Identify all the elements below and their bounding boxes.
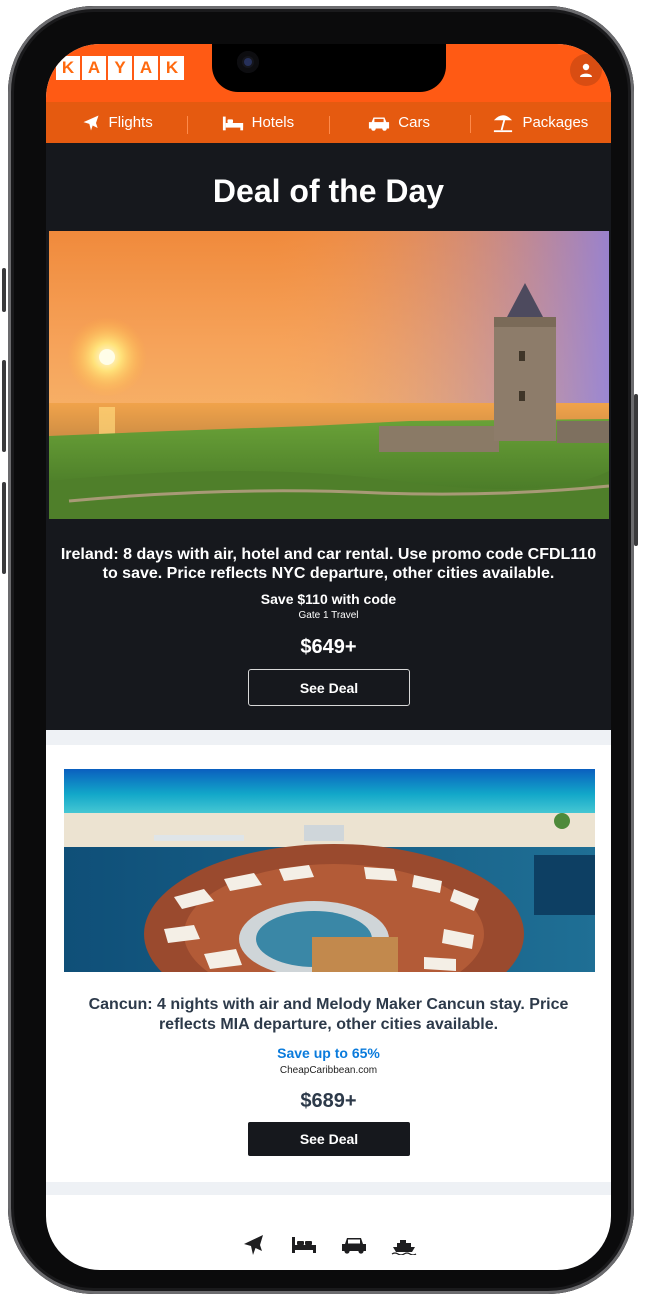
nav-cars[interactable]: Cars — [328, 114, 470, 134]
cancun-resort-image[interactable] — [64, 769, 595, 972]
see-deal-button[interactable]: See Deal — [248, 669, 410, 706]
deal-price: $689+ — [300, 1090, 357, 1112]
bed-icon — [291, 1237, 316, 1253]
power-button — [634, 394, 638, 546]
account-button[interactable] — [570, 54, 602, 86]
logo-letter: K — [160, 56, 184, 80]
mute-switch — [2, 268, 6, 312]
bed-icon — [222, 116, 243, 130]
plane-icon — [83, 115, 99, 130]
beach-umbrella-icon — [494, 114, 513, 132]
deal-description: Ireland: 8 days with air, hotel and car … — [60, 546, 597, 582]
deal-card-cancun: Cancun: 4 nights with air and Melody Mak… — [46, 745, 611, 1182]
logo-letter: A — [82, 56, 106, 80]
user-icon — [580, 63, 592, 77]
footer-hotels-link[interactable] — [291, 1232, 317, 1258]
deal-description: Cancun: 4 nights with air and Melody Mak… — [88, 996, 569, 1033]
nav-hotels[interactable]: Hotels — [187, 114, 328, 134]
footer-cars-link[interactable] — [341, 1232, 367, 1258]
deal-of-the-day: Deal of the Day Ireland: 8 days with air… — [46, 143, 611, 730]
volume-up-button — [2, 360, 6, 452]
logo-letter: Y — [108, 56, 132, 80]
logo-letter: A — [134, 56, 158, 80]
plane-icon — [243, 1235, 263, 1255]
cruise-ship-icon — [391, 1240, 416, 1255]
footer-flights-link[interactable] — [241, 1232, 267, 1258]
volume-down-button — [2, 482, 6, 574]
logo-letter: K — [56, 56, 80, 80]
car-icon — [341, 1238, 366, 1254]
nav-flights-label: Flights — [108, 114, 153, 131]
car-icon — [369, 117, 390, 131]
section-divider — [46, 730, 611, 745]
section-divider — [46, 1182, 611, 1195]
deal-provider: Gate 1 Travel — [298, 610, 359, 621]
nav-packages-label: Packages — [522, 114, 589, 131]
nav-flights[interactable]: Flights — [46, 113, 187, 133]
nav-packages[interactable]: Packages — [469, 113, 611, 133]
deal-provider: CheapCaribbean.com — [279, 1065, 378, 1076]
nav-hotels-label: Hotels — [251, 114, 295, 131]
kayak-logo[interactable]: K A Y A K — [56, 56, 184, 80]
main-nav: Flights Hotels Cars Packages — [46, 102, 611, 143]
front-camera — [237, 51, 259, 73]
footer-icon-row — [46, 1230, 611, 1260]
see-deal-button[interactable]: See Deal — [248, 1122, 410, 1156]
deal-save-text: Save $110 with code — [260, 591, 397, 607]
footer-cruises-link[interactable] — [391, 1232, 417, 1258]
deal-section-title: Deal of the Day — [212, 173, 445, 209]
deal-save-text[interactable]: Save up to 65% — [46, 1045, 611, 1061]
ireland-castle-image[interactable] — [49, 231, 609, 519]
deal-price: $649+ — [300, 636, 357, 658]
phone-frame: K A Y A K Flights Hotels Cars Packages D… — [2, 6, 638, 1294]
phone-screen: K A Y A K Flights Hotels Cars Packages D… — [46, 44, 611, 1270]
nav-cars-label: Cars — [398, 114, 430, 131]
